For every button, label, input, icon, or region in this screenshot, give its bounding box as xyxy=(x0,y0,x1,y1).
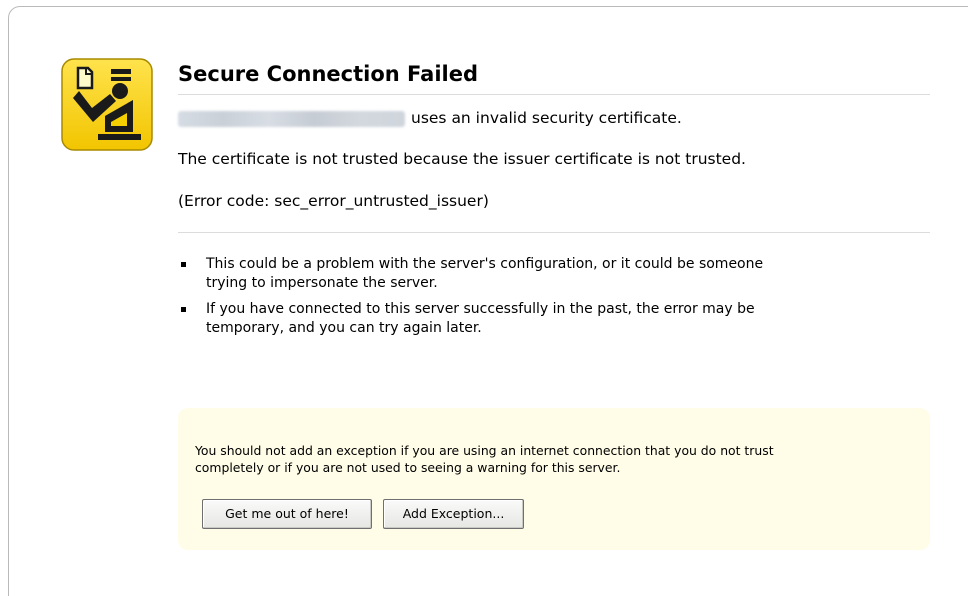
short-description-text: uses an invalid security certificate. xyxy=(411,109,682,127)
advice-line: If you have connected to this server suc… xyxy=(206,301,755,317)
error-page: Secure Connection Failed uses an invalid… xyxy=(0,0,968,596)
advice-line: This could be a problem with the server'… xyxy=(206,256,764,272)
exception-warning-text: You should not add an exception if you a… xyxy=(195,442,915,476)
error-detail: The certificate is not trusted because t… xyxy=(178,150,746,168)
error-code: (Error code: sec_error_untrusted_issuer) xyxy=(178,192,489,210)
exception-warning-line: You should not add an exception if you a… xyxy=(195,443,774,458)
get-me-out-button[interactable]: Get me out of here! xyxy=(202,499,372,529)
bullet-icon xyxy=(181,262,186,267)
error-content: Secure Connection Failed uses an invalid… xyxy=(178,56,930,550)
security-guard-icon xyxy=(61,58,153,151)
advice-list: This could be a problem with the server'… xyxy=(178,255,930,338)
divider xyxy=(178,232,930,233)
error-short-description: uses an invalid security certificate. xyxy=(178,106,930,130)
error-title: Secure Connection Failed xyxy=(178,56,930,95)
add-exception-button[interactable]: Add Exception... xyxy=(383,499,524,529)
advice-item: This could be a problem with the server'… xyxy=(181,255,930,293)
advice-line: trying to impersonate the server. xyxy=(206,275,438,291)
exception-dialog: You should not add an exception if you a… xyxy=(178,408,930,550)
advice-line: temporary, and you can try again later. xyxy=(206,320,482,336)
blurred-hostname xyxy=(178,110,405,127)
bullet-icon xyxy=(181,307,186,312)
advice-item: If you have connected to this server suc… xyxy=(181,300,930,338)
exception-warning-line: completely or if you are not used to see… xyxy=(195,460,621,475)
